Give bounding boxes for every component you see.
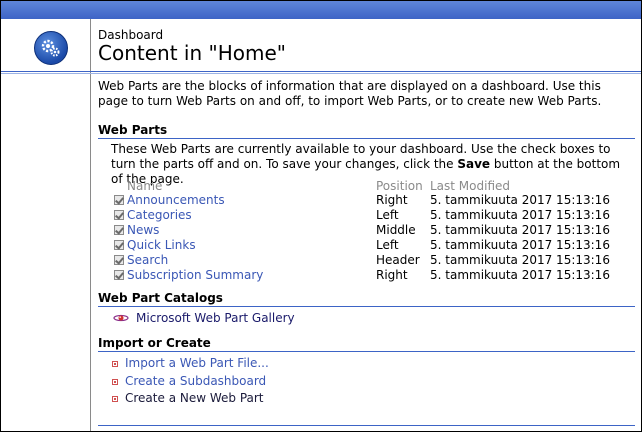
column-header-position: Position (376, 179, 423, 193)
bullet-icon (112, 379, 118, 385)
web-parts-divider (98, 138, 635, 139)
breadcrumb: Dashboard (98, 28, 164, 42)
save-emphasis: Save (457, 157, 491, 171)
catalogs-divider (98, 306, 635, 307)
position-cell: Header (376, 253, 420, 267)
subscription-summary-link[interactable]: Subscription Summary (127, 268, 263, 282)
position-cell: Middle (376, 223, 416, 237)
table-row: Subscription Summary Right 5. tammikuuta… (114, 268, 634, 283)
web-parts-description: These Web Parts are currently available … (111, 142, 631, 187)
table-row: Categories Left 5. tammikuuta 2017 15:13… (114, 208, 634, 223)
bullet-icon (112, 361, 118, 367)
dashboard-gears-icon (34, 31, 68, 65)
modified-cell: 5. tammikuuta 2017 15:13:16 (430, 223, 610, 237)
import-web-part-link[interactable]: Import a Web Part File... (125, 356, 269, 370)
modified-cell: 5. tammikuuta 2017 15:13:16 (430, 208, 610, 222)
position-cell: Right (376, 268, 408, 282)
header-divider-light (1, 73, 641, 74)
page-title: Content in "Home" (98, 41, 286, 65)
position-cell: Right (376, 193, 408, 207)
table-row: Search Header 5. tammikuuta 2017 15:13:1… (114, 253, 634, 268)
table-row: News Middle 5. tammikuuta 2017 15:13:16 (114, 223, 634, 238)
table-row: Announcements Right 5. tammikuuta 2017 1… (114, 193, 634, 208)
table-row: Quick Links Left 5. tammikuuta 2017 15:1… (114, 238, 634, 253)
column-header-name: Name (127, 179, 163, 193)
search-checkbox[interactable] (114, 255, 124, 265)
modified-cell: 5. tammikuuta 2017 15:13:16 (430, 253, 610, 267)
quick-links-link[interactable]: Quick Links (127, 238, 196, 252)
position-cell: Left (376, 208, 399, 222)
announcements-checkbox[interactable] (114, 195, 124, 205)
catalogs-heading: Web Part Catalogs (98, 291, 223, 305)
create-subdashboard-link[interactable]: Create a Subdashboard (125, 374, 266, 388)
categories-checkbox[interactable] (114, 210, 124, 220)
bullet-icon (112, 396, 118, 402)
modified-cell: 5. tammikuuta 2017 15:13:16 (430, 193, 610, 207)
quick-links-checkbox[interactable] (114, 240, 124, 250)
import-create-heading: Import or Create (98, 336, 211, 350)
search-link[interactable]: Search (127, 253, 168, 267)
web-parts-heading: Web Parts (98, 123, 168, 137)
header-divider (1, 71, 641, 72)
news-checkbox[interactable] (114, 225, 124, 235)
web-part-gallery-link[interactable]: Microsoft Web Part Gallery (136, 311, 295, 325)
left-column (1, 19, 91, 431)
position-cell: Left (376, 238, 399, 252)
column-header-modified: Last Modified (430, 179, 511, 193)
modified-cell: 5. tammikuuta 2017 15:13:16 (430, 268, 610, 282)
news-link[interactable]: News (127, 223, 159, 237)
import-create-divider (98, 351, 635, 352)
modified-cell: 5. tammikuuta 2017 15:13:16 (430, 238, 610, 252)
intro-text: Web Parts are the blocks of information … (98, 79, 602, 108)
subscription-summary-checkbox[interactable] (114, 270, 124, 280)
categories-link[interactable]: Categories (127, 208, 192, 222)
top-bar (1, 1, 641, 19)
bottom-divider (98, 425, 635, 426)
create-new-web-part-link[interactable]: Create a New Web Part (125, 391, 264, 405)
page-frame: Dashboard Content in "Home" Web Parts ar… (0, 0, 642, 432)
announcements-link[interactable]: Announcements (127, 193, 225, 207)
gallery-icon (113, 314, 129, 322)
